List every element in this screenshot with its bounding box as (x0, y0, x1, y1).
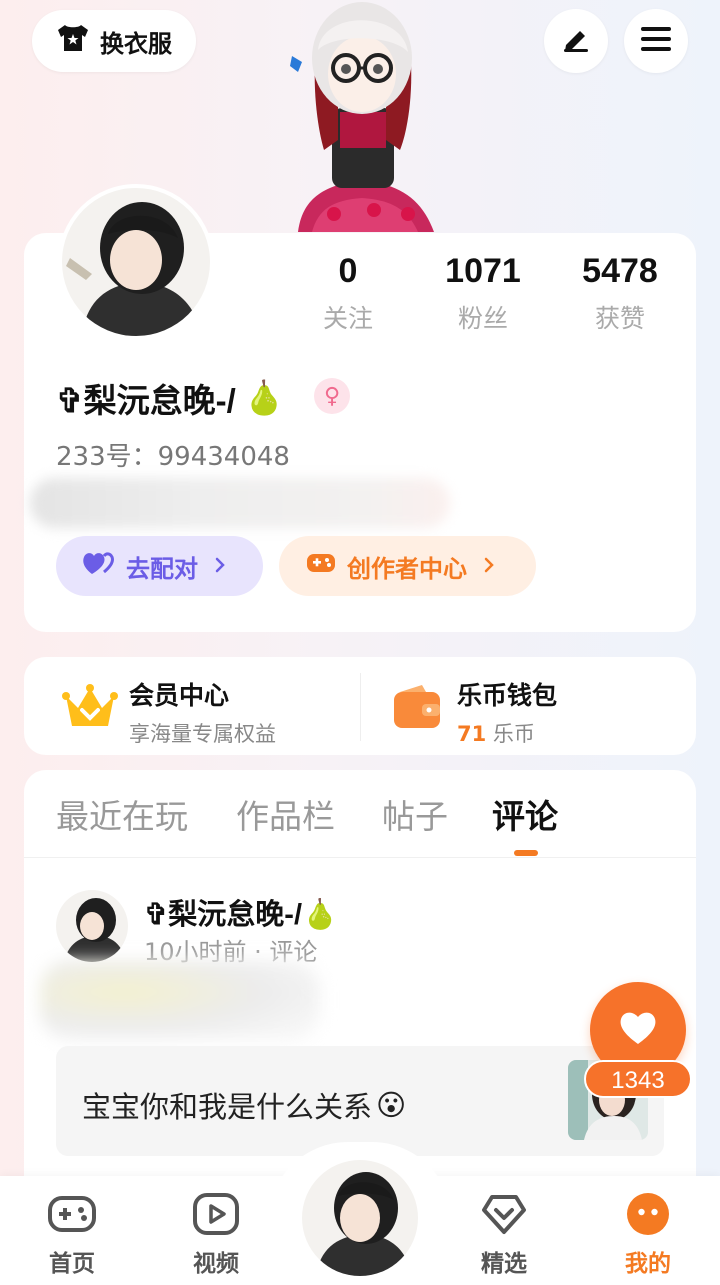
nav-video-label: 视频 (193, 1251, 239, 1277)
match-button[interactable]: 去配对 (56, 536, 263, 596)
tab-posts[interactable]: 帖子 (382, 790, 448, 838)
crown-icon (62, 682, 118, 736)
gamepad-icon (305, 550, 337, 582)
match-label: 去配对 (126, 554, 198, 583)
stat-fans-value: 1071 (445, 252, 521, 290)
double-heart-icon (82, 550, 116, 582)
stat-likes[interactable]: 5478 获赞 (560, 252, 680, 335)
tab-divider (24, 857, 696, 858)
pear-emoji: 🍐 (302, 899, 339, 931)
profile-face-icon (626, 1193, 670, 1240)
tab-works[interactable]: 作品栏 (236, 790, 335, 838)
member-center-title: 会员中心 (129, 681, 230, 710)
wallet-link[interactable]: 乐币钱包 71 乐币 (457, 676, 557, 748)
edit-profile-button[interactable] (544, 9, 608, 73)
username-text: ✞梨沅怠晚-/ (56, 382, 236, 419)
username: ✞梨沅怠晚-/ 🍐 (56, 374, 285, 422)
stat-following[interactable]: 0 关注 (288, 252, 408, 335)
video-play-icon (192, 1193, 240, 1240)
reply-text: 宝宝你和我是什么关系 😮 (82, 1084, 406, 1126)
wallet-icon (392, 684, 442, 734)
comment-author-text: ✞梨沅怠晚-/ (144, 899, 303, 931)
chevron-right-icon (214, 552, 226, 580)
dress-up-button[interactable]: 换衣服 (32, 10, 196, 72)
divider (360, 673, 361, 741)
stat-likes-value: 5478 (582, 252, 658, 290)
wallet-balance: 71 乐币 (457, 718, 557, 748)
dress-up-label: 换衣服 (100, 29, 172, 58)
user-id: 233号：99434048 (56, 442, 290, 472)
stat-following-value: 0 (338, 252, 358, 290)
heart-icon (618, 1010, 658, 1050)
reply-text-content: 宝宝你和我是什么关系 (82, 1090, 373, 1124)
wallet-unit: 乐币 (492, 722, 535, 746)
like-count: 1343 (584, 1060, 692, 1098)
stat-following-label: 关注 (322, 304, 373, 333)
comment-author-name[interactable]: ✞梨沅怠晚-/🍐 (144, 891, 338, 933)
pear-emoji: 🍐 (243, 378, 285, 416)
blurred-comment (40, 960, 320, 1040)
stat-fans-label: 粉丝 (457, 304, 508, 333)
nav-mine-label: 我的 (625, 1251, 671, 1277)
wallet-title: 乐币钱包 (457, 681, 558, 710)
menu-button[interactable] (624, 9, 688, 73)
nav-video[interactable]: 视频 (166, 1192, 266, 1278)
surprised-emoji: 😮 (376, 1088, 407, 1122)
stat-fans[interactable]: 1071 粉丝 (423, 252, 543, 335)
nav-home-label: 首页 (49, 1251, 95, 1277)
comment-author-avatar[interactable] (56, 890, 128, 962)
wallet-amount: 71 (457, 722, 487, 746)
tab-active-indicator (514, 850, 538, 856)
nav-mine[interactable]: 我的 (598, 1192, 698, 1278)
profile-avatar[interactable] (58, 184, 214, 340)
tab-recently-played[interactable]: 最近在玩 (56, 790, 188, 838)
member-center-subtitle: 享海量专属权益 (129, 722, 276, 746)
creator-center-label: 创作者中心 (347, 554, 467, 583)
nav-center-avatar[interactable] (302, 1160, 418, 1276)
creator-center-button[interactable]: 创作者中心 (279, 536, 536, 596)
pen-icon (560, 23, 592, 59)
gamepad-icon (47, 1196, 97, 1240)
avatar-character-image[interactable] (262, 0, 462, 236)
chevron-right-icon (483, 552, 495, 580)
tab-comments[interactable]: 评论 (492, 790, 558, 838)
member-center-link[interactable]: 会员中心 享海量专属权益 (129, 676, 276, 748)
female-gender-icon: ♀ (314, 378, 350, 414)
tshirt-icon (56, 23, 90, 59)
nav-home[interactable]: 首页 (22, 1192, 122, 1278)
stat-likes-label: 获赞 (594, 304, 645, 333)
blurred-bio (30, 478, 450, 528)
hamburger-menu-icon (640, 25, 672, 57)
nav-featured[interactable]: 精选 (454, 1192, 554, 1278)
heart-diamond-icon (480, 1195, 528, 1240)
nav-featured-label: 精选 (481, 1251, 527, 1277)
